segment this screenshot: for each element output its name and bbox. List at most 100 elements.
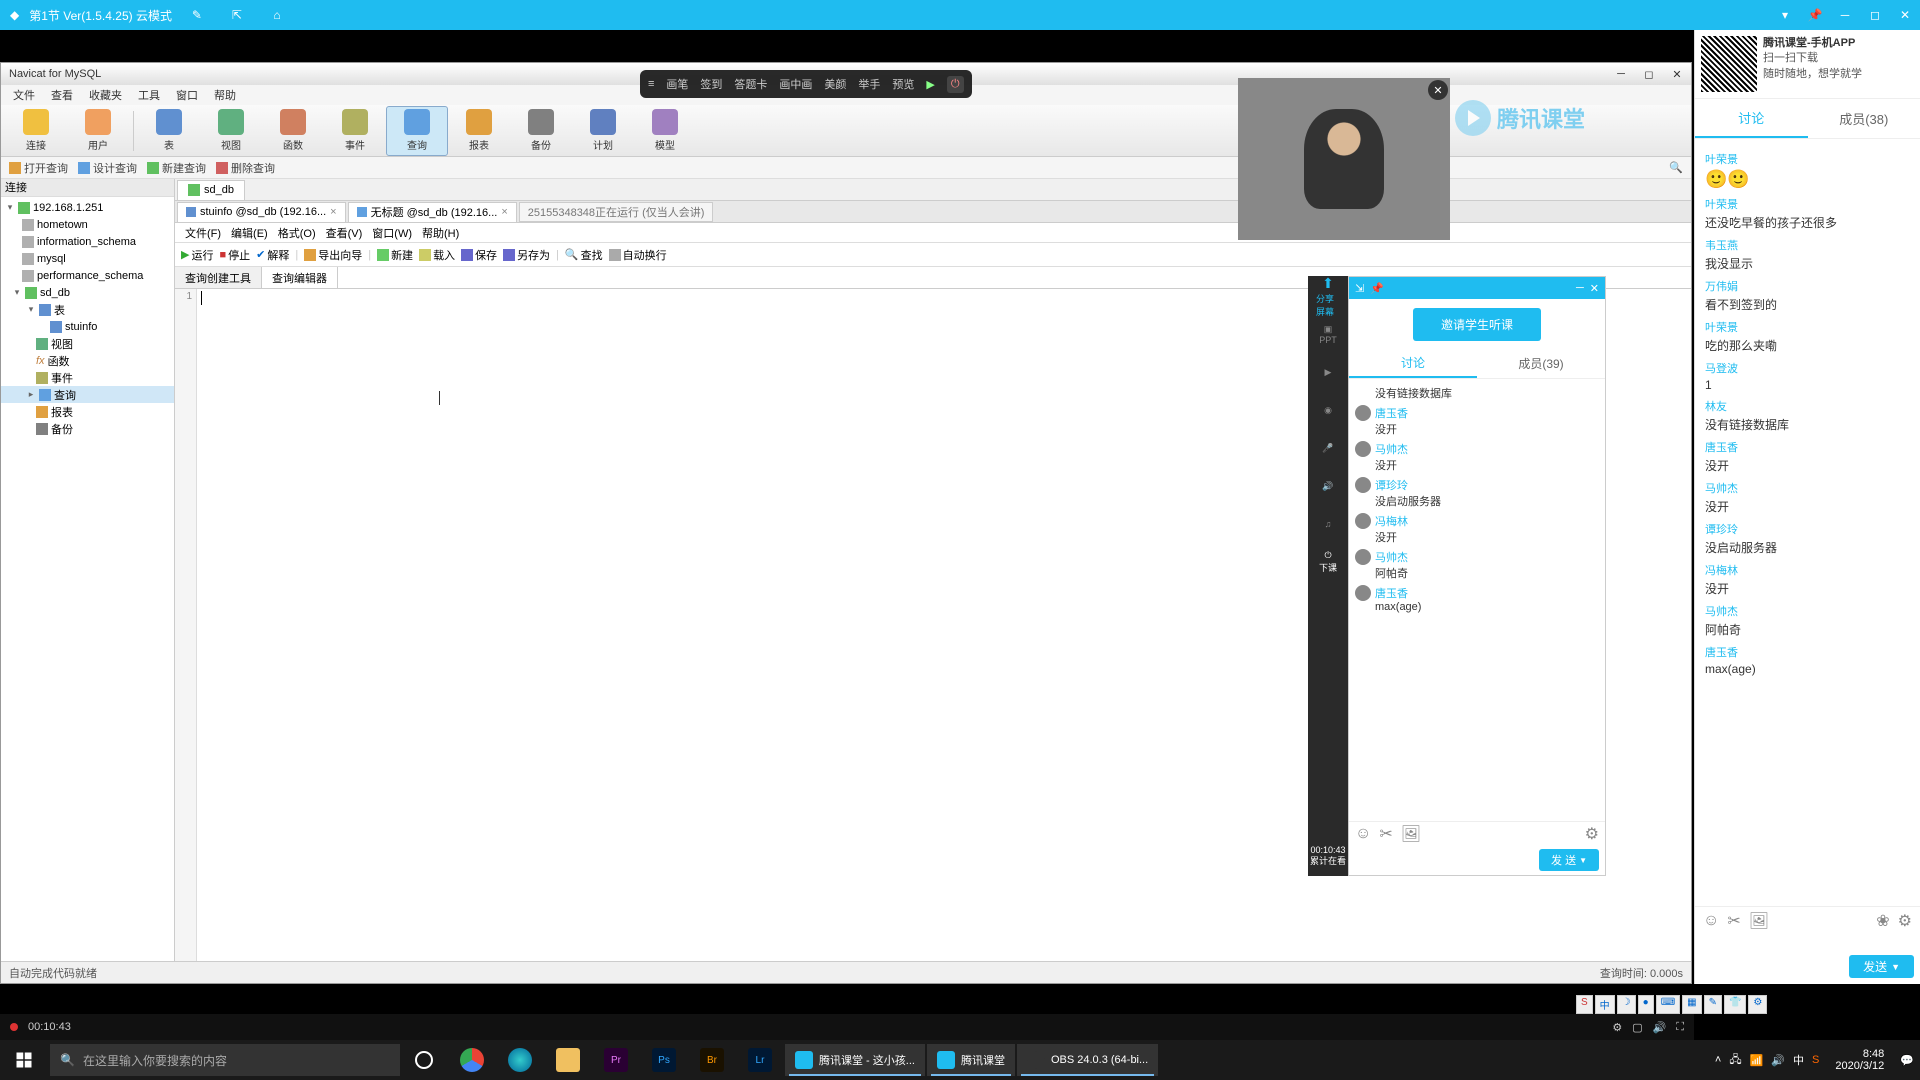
query-menu-item[interactable]: 文件(F): [181, 225, 225, 241]
toolbar-报表[interactable]: 报表: [448, 106, 510, 156]
mini-gear-icon[interactable]: ⚙: [1585, 824, 1599, 844]
ft-beauty[interactable]: 美颜: [824, 76, 846, 92]
mini-restore-icon[interactable]: ⇲: [1355, 282, 1364, 295]
close-tab-icon[interactable]: ×: [501, 206, 507, 218]
tree-backups[interactable]: 备份: [1, 420, 174, 437]
vc-fullscreen-icon[interactable]: ⛶: [1676, 1021, 1684, 1034]
close-tab-icon[interactable]: ×: [330, 206, 336, 218]
video-play-icon[interactable]: ▶: [1316, 360, 1340, 384]
doc-tab-running[interactable]: 25155348348正在运行 (仅当人会讲): [519, 202, 714, 222]
find-button[interactable]: 🔍查找: [565, 247, 603, 263]
tray-up-icon[interactable]: ˄: [1715, 1054, 1721, 1066]
cut-icon[interactable]: ✂: [1727, 911, 1740, 931]
cortana-icon[interactable]: [400, 1040, 448, 1080]
tree-tables[interactable]: ▾表: [1, 301, 174, 318]
emoji-icon[interactable]: ☺: [1703, 912, 1719, 930]
menu-item[interactable]: 查看: [45, 87, 79, 103]
search-icon[interactable]: 🔍: [1669, 161, 1691, 174]
object-tab[interactable]: sd_db: [177, 180, 245, 200]
tree-table[interactable]: stuinfo: [1, 318, 174, 335]
share-icon[interactable]: ⇱: [222, 0, 252, 30]
tab-query-builder[interactable]: 查询创建工具: [175, 267, 262, 288]
tray-wifi-icon[interactable]: 📶: [1750, 1054, 1764, 1067]
start-button[interactable]: [0, 1040, 48, 1080]
menu-item[interactable]: 收藏夹: [83, 87, 128, 103]
tray-clock[interactable]: 8:48 2020/3/12: [1827, 1048, 1892, 1072]
vc-volume-icon[interactable]: 🔊: [1653, 1021, 1667, 1034]
tree-connection[interactable]: ▾192.168.1.251: [1, 199, 174, 216]
close-icon[interactable]: ✕: [1890, 0, 1920, 30]
mini-minimize-icon[interactable]: ─: [1576, 282, 1584, 294]
chat-input[interactable]: 发送 ▼: [1695, 934, 1920, 984]
tree-reports[interactable]: 报表: [1, 403, 174, 420]
settings-icon[interactable]: ⚙: [1898, 911, 1912, 931]
tab-members[interactable]: 成员(38): [1808, 99, 1920, 138]
saveas-button[interactable]: 另存为: [503, 247, 550, 263]
ppt-icon[interactable]: ▣PPT: [1316, 322, 1340, 346]
toolbar-连接[interactable]: 连接: [5, 106, 67, 156]
edge-icon[interactable]: [496, 1040, 544, 1080]
tree-queries[interactable]: ▸查询: [1, 386, 174, 403]
tray-sogou-icon[interactable]: S: [1812, 1054, 1819, 1066]
query-menu-item[interactable]: 窗口(W): [368, 225, 416, 241]
vc-pip-icon[interactable]: ▢: [1632, 1021, 1642, 1034]
mini-pin-icon[interactable]: 📌: [1370, 282, 1384, 295]
mini-emoji-icon[interactable]: ☺: [1355, 825, 1371, 843]
tree-db[interactable]: information_schema: [1, 233, 174, 250]
new-query-button[interactable]: 新建查询: [147, 160, 206, 176]
tree-db-active[interactable]: ▾sd_db: [1, 284, 174, 301]
dropdown-icon[interactable]: ▾: [1770, 0, 1800, 30]
tab-query-editor[interactable]: 查询编辑器: [262, 267, 338, 288]
ft-preview[interactable]: 预览: [892, 76, 914, 92]
flower-icon[interactable]: ❀: [1876, 911, 1889, 931]
ft-play-icon[interactable]: ▶: [926, 78, 934, 91]
tray-notification-icon[interactable]: 💬: [1900, 1054, 1914, 1067]
design-query-button[interactable]: 设计查询: [78, 160, 137, 176]
open-query-button[interactable]: 打开查询: [9, 160, 68, 176]
camera-icon[interactable]: ◉: [1316, 398, 1340, 422]
autowrap-button[interactable]: 自动换行: [609, 247, 667, 263]
invite-students-button[interactable]: 邀请学生听课: [1413, 308, 1541, 341]
image-icon[interactable]: 🖼: [1749, 911, 1769, 931]
pin-icon[interactable]: 📌: [1800, 0, 1830, 30]
menu-item[interactable]: 帮助: [208, 87, 242, 103]
mini-close-icon[interactable]: ✕: [1590, 282, 1599, 295]
ime-indicator[interactable]: S 中 ☽●⌨▦✎👕⚙: [1576, 995, 1767, 1014]
nav-close-icon[interactable]: ✕: [1663, 64, 1691, 84]
query-menu-item[interactable]: 编辑(E): [227, 225, 272, 241]
toolbar-计划[interactable]: 计划: [572, 106, 634, 156]
toolbar-表[interactable]: 表: [138, 106, 200, 156]
tray-ime-icon[interactable]: 中: [1793, 1052, 1804, 1068]
ft-pip[interactable]: 画中画: [779, 76, 812, 92]
toolbar-备份[interactable]: 备份: [510, 106, 572, 156]
share-screen-button[interactable]: ⬆ 分享屏幕: [1316, 284, 1340, 308]
send-button[interactable]: 发送 ▼: [1849, 955, 1914, 978]
query-menu-item[interactable]: 格式(O): [274, 225, 320, 241]
nav-maximize-icon[interactable]: ◻: [1635, 64, 1663, 84]
ft-menu-icon[interactable]: ≡: [648, 78, 654, 90]
end-class-button[interactable]: ⏻下课: [1316, 550, 1340, 574]
ft-power-icon[interactable]: ⏻: [947, 76, 964, 93]
tree-views[interactable]: 视图: [1, 335, 174, 352]
tree-db[interactable]: hometown: [1, 216, 174, 233]
bridge-icon[interactable]: Br: [688, 1040, 736, 1080]
toolbar-事件[interactable]: 事件: [324, 106, 386, 156]
toolbar-用户[interactable]: 用户: [67, 106, 129, 156]
tree-events[interactable]: 事件: [1, 369, 174, 386]
ft-answercard[interactable]: 答题卡: [734, 76, 767, 92]
music-icon[interactable]: ♫: [1316, 512, 1340, 536]
tray-net-icon[interactable]: 🖧: [1729, 1051, 1741, 1070]
explain-button[interactable]: ✔解释: [256, 247, 289, 263]
export-button[interactable]: 导出向导: [304, 247, 362, 263]
taskbar-app-ketang2[interactable]: 腾讯课堂: [927, 1044, 1015, 1076]
ft-raisehand[interactable]: 举手: [858, 76, 880, 92]
toolbar-函数[interactable]: 函数: [262, 106, 324, 156]
tray-volume-icon[interactable]: 🔊: [1771, 1054, 1785, 1067]
taskbar-app-obs[interactable]: OBS 24.0.3 (64-bi...: [1017, 1044, 1158, 1076]
camera-close-icon[interactable]: ✕: [1428, 80, 1448, 100]
home-icon[interactable]: ⌂: [262, 0, 292, 30]
tree-db[interactable]: mysql: [1, 250, 174, 267]
tab-discuss[interactable]: 讨论: [1695, 99, 1808, 138]
mini-send-button[interactable]: 发 送▼: [1539, 849, 1599, 871]
delete-query-button[interactable]: 删除查询: [216, 160, 275, 176]
